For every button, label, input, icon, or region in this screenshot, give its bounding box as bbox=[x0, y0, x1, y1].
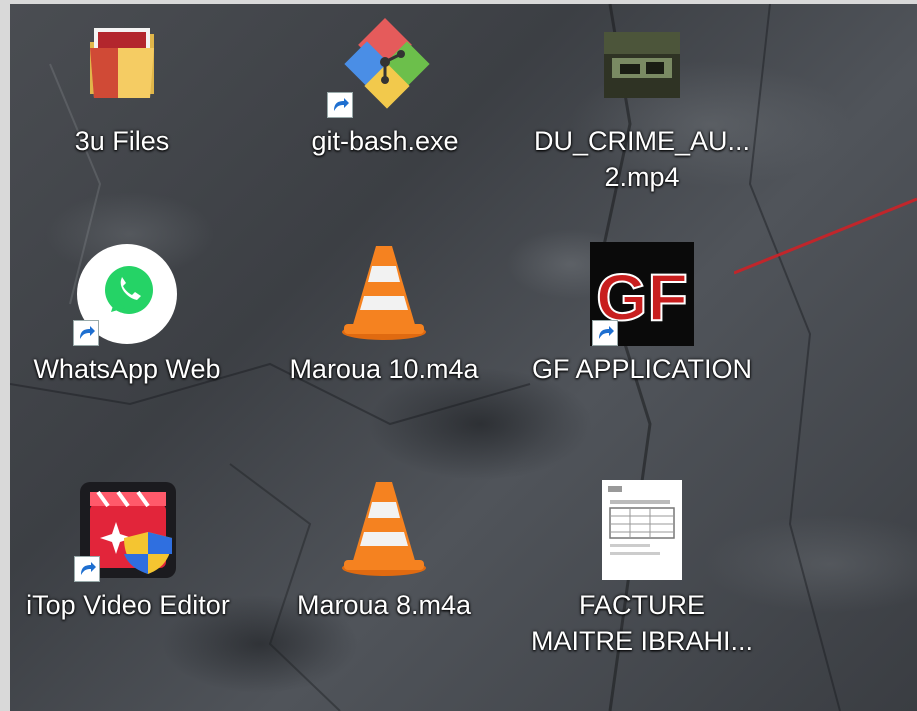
desktop-icon-label: DU_CRIME_AU... bbox=[533, 126, 751, 156]
desktop-icon-itop-video-editor[interactable]: iTop Video Editor bbox=[8, 478, 248, 624]
desktop-icon-label: git-bash.exe bbox=[311, 126, 459, 156]
desktop-icon-whatsapp-web[interactable]: WhatsApp Web bbox=[7, 242, 247, 388]
desktop-icon-du-crime-video[interactable]: DU_CRIME_AU... 2.mp4 bbox=[522, 14, 762, 196]
vlc-cone-icon bbox=[332, 478, 436, 582]
desktop-icon-label: GF APPLICATION bbox=[531, 354, 753, 384]
desktop-icon-label: FACTURE bbox=[578, 590, 705, 620]
desktop-icon-maroua-10[interactable]: Maroua 10.m4a bbox=[264, 242, 504, 388]
shortcut-arrow-icon bbox=[327, 92, 353, 118]
desktop-icon-maroua-8[interactable]: Maroua 8.m4a bbox=[264, 478, 504, 624]
shortcut-arrow-icon bbox=[73, 320, 99, 346]
itop-video-editor-icon bbox=[74, 478, 180, 582]
desktop-icon-label-line2: MAITRE IBRAHI... bbox=[530, 626, 754, 656]
document-thumbnail-icon bbox=[590, 478, 694, 582]
desktop-icon-label-line2: 2.mp4 bbox=[604, 162, 680, 192]
desktop-icon-label: WhatsApp Web bbox=[33, 354, 221, 384]
annotation-line bbox=[734, 197, 917, 275]
desktop-icon-label: 3u Files bbox=[74, 126, 170, 156]
whatsapp-icon bbox=[73, 242, 179, 346]
desktop-icon-label: Maroua 10.m4a bbox=[289, 354, 479, 384]
video-thumbnail-icon bbox=[590, 14, 694, 118]
git-bash-icon bbox=[327, 14, 437, 118]
desktop-icon-label: Maroua 8.m4a bbox=[296, 590, 472, 620]
desktop-icon-3u-files[interactable]: 3u Files bbox=[2, 14, 242, 160]
gf-app-icon: GF bbox=[590, 242, 694, 346]
desktop-icon-git-bash[interactable]: git-bash.exe bbox=[265, 14, 505, 160]
shortcut-arrow-icon bbox=[592, 320, 618, 346]
desktop-icon-label: iTop Video Editor bbox=[26, 590, 230, 620]
shortcut-arrow-icon bbox=[74, 556, 100, 582]
vlc-cone-icon bbox=[332, 242, 436, 346]
desktop-icon-facture-maitre[interactable]: FACTURE MAITRE IBRAHI... bbox=[522, 478, 762, 660]
desktop-icon-gf-application[interactable]: GF GF APPLICATION bbox=[522, 242, 762, 388]
folder-icon bbox=[70, 14, 174, 118]
